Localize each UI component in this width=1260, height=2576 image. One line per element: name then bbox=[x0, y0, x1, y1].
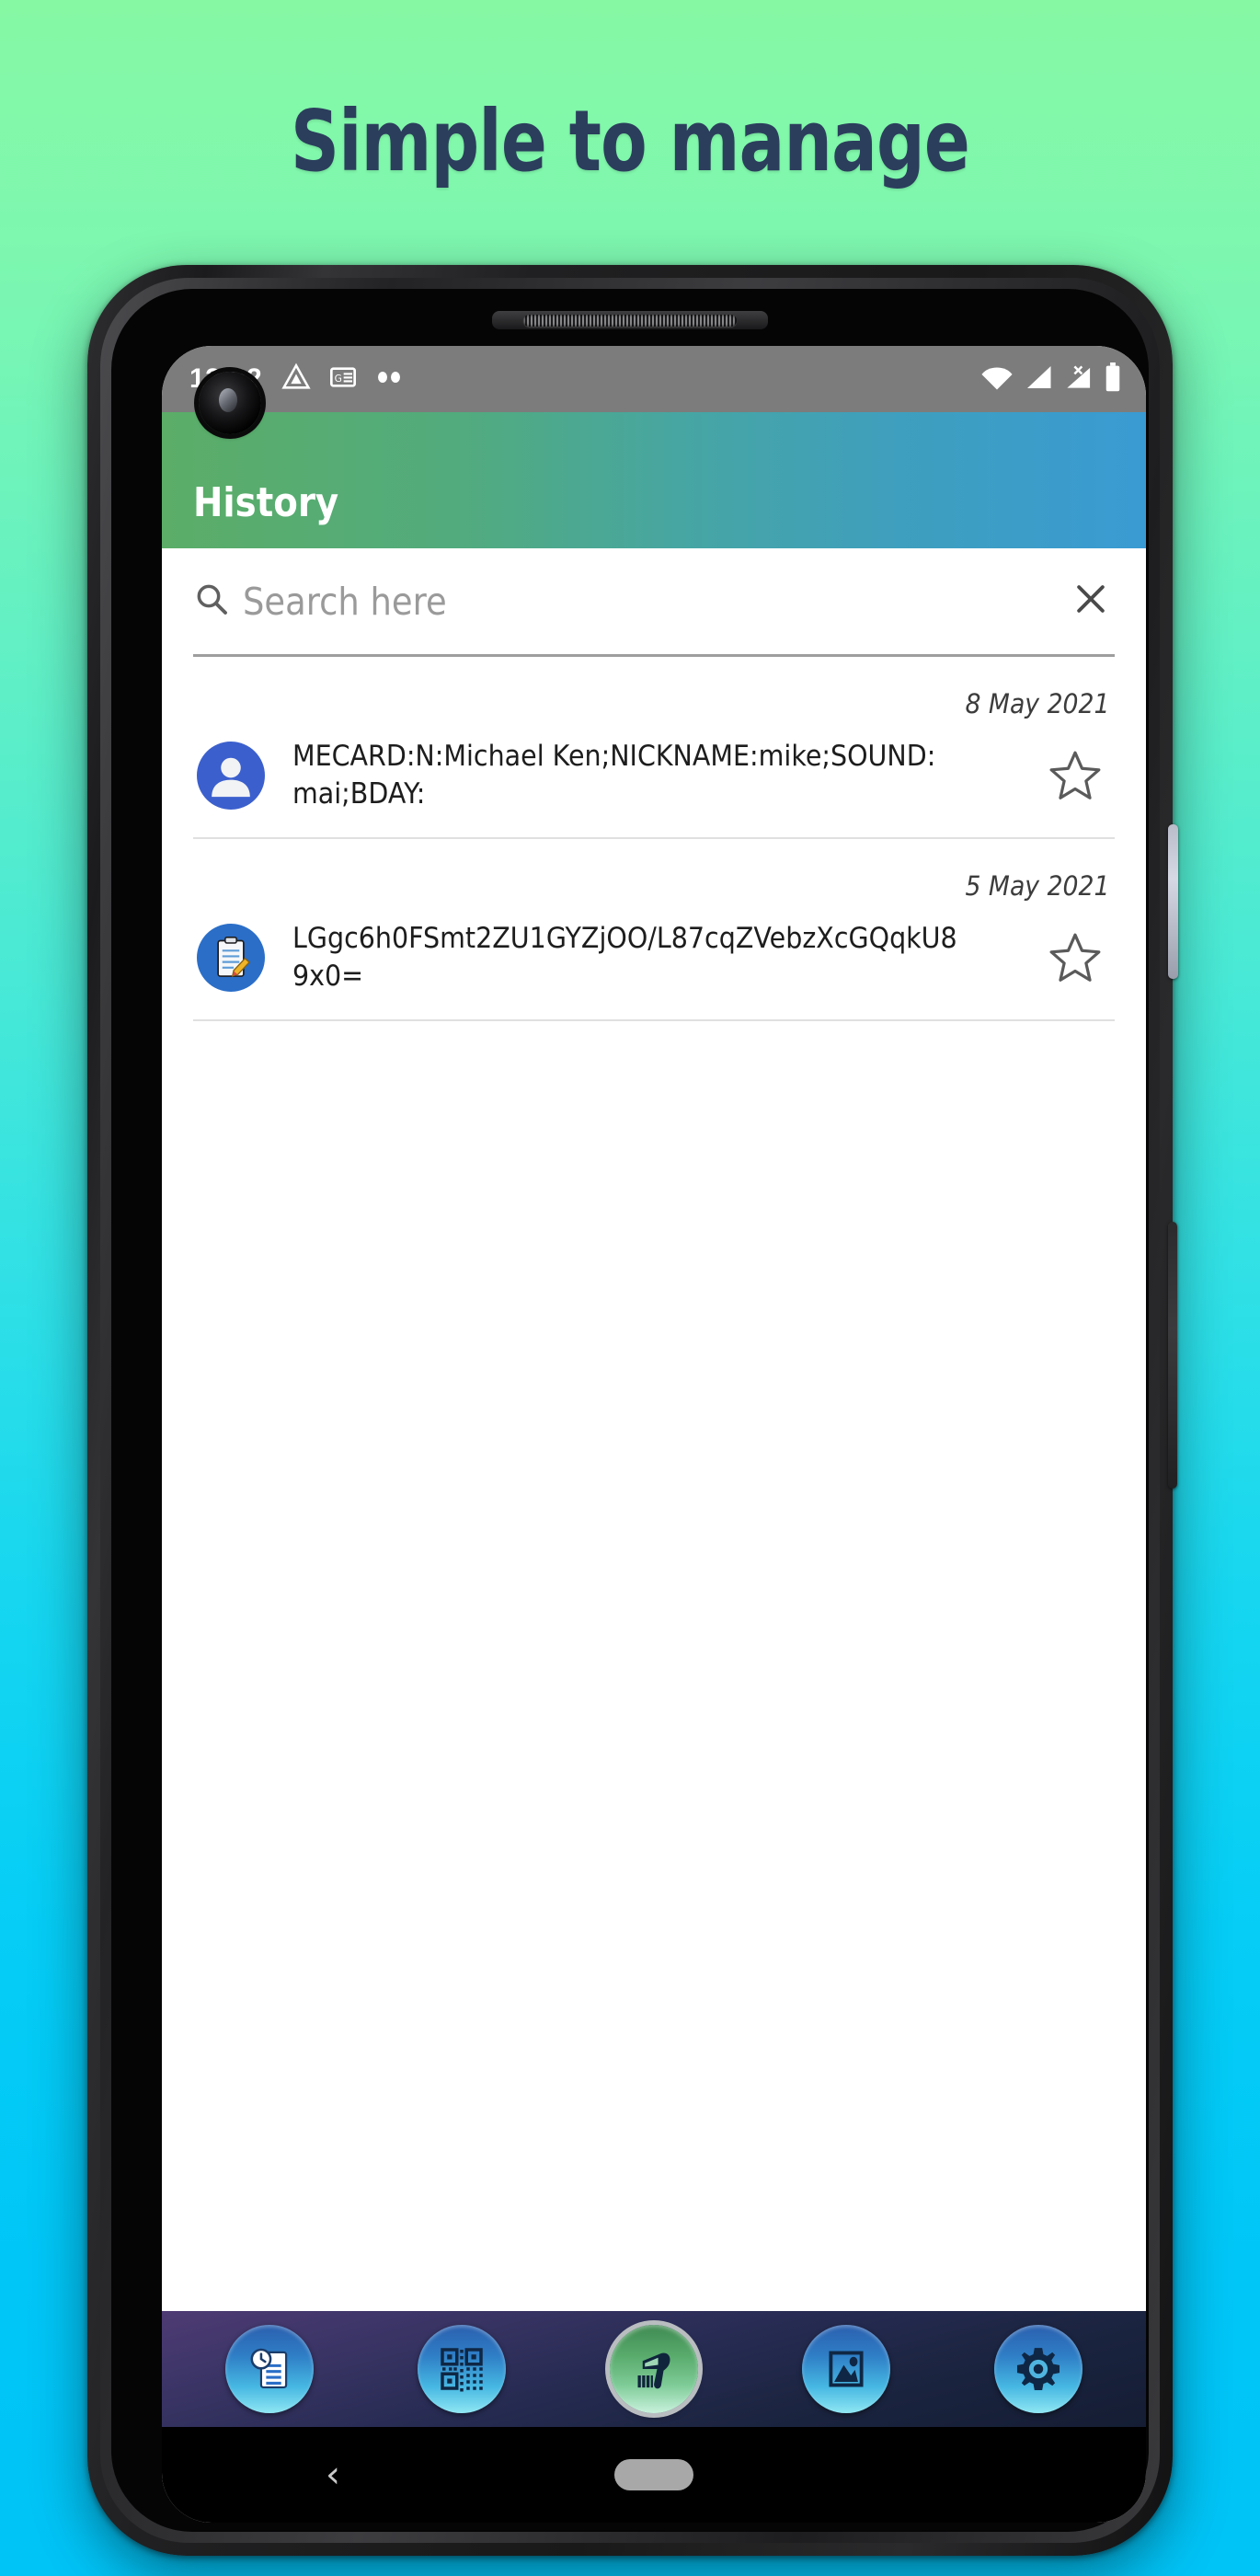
favorite-star-icon[interactable] bbox=[1047, 929, 1104, 986]
image-gallery-icon bbox=[802, 2325, 891, 2413]
news-card-icon: G bbox=[328, 362, 358, 397]
contact-person-icon bbox=[197, 741, 265, 810]
page-headline: Simple to manage bbox=[291, 92, 970, 190]
search-input[interactable]: Search here bbox=[243, 580, 988, 624]
nav-settings-button[interactable] bbox=[994, 2325, 1083, 2413]
phone-screen: 12:32 G bbox=[162, 346, 1146, 2523]
app-bar: History bbox=[162, 412, 1146, 548]
list-item-row[interactable]: MECARD:N:Michael Ken;NICKNAME:mike;SOUND… bbox=[193, 725, 1115, 839]
barcode-scanner-icon bbox=[609, 2325, 698, 2413]
bottom-navigation bbox=[162, 2311, 1146, 2427]
power-button[interactable] bbox=[1168, 824, 1178, 979]
status-bar-notification-icons: G bbox=[281, 362, 406, 397]
qr-code-icon bbox=[417, 2325, 506, 2413]
clear-search-icon[interactable] bbox=[1071, 579, 1115, 624]
gear-icon bbox=[994, 2325, 1083, 2413]
home-pill-button[interactable] bbox=[614, 2459, 693, 2490]
list-item-text: MECARD:N:Michael Ken;NICKNAME:mike;SOUND… bbox=[292, 740, 936, 811]
front-camera-icon bbox=[199, 372, 261, 434]
nav-gallery-button[interactable] bbox=[802, 2325, 891, 2413]
earpiece-speaker-icon bbox=[523, 315, 737, 327]
more-dots-icon bbox=[374, 370, 406, 389]
list-item-date: 8 May 2021 bbox=[965, 688, 1110, 719]
history-list-icon bbox=[224, 2325, 314, 2413]
nav-qr-button[interactable] bbox=[417, 2325, 506, 2413]
back-chevron-icon[interactable]: ‹ bbox=[326, 2456, 340, 2493]
signal-bars-icon bbox=[1025, 364, 1052, 395]
signal-no-sim-icon bbox=[1063, 364, 1093, 395]
search-bar[interactable]: Search here bbox=[193, 548, 1115, 657]
history-list: 8 May 2021 MECARD:N:Michael Ken;NICKNAME… bbox=[162, 657, 1146, 1021]
search-section: Search here bbox=[162, 548, 1146, 657]
list-item-text: LGgc6h0FSmt2ZU1GYZjOO/L87cqZVebzXcGQqkU8… bbox=[292, 921, 957, 993]
drive-triangle-icon bbox=[281, 362, 312, 397]
status-bar: 12:32 G bbox=[162, 346, 1146, 412]
search-icon bbox=[193, 581, 230, 622]
android-navigation-bar: ‹ bbox=[162, 2427, 1146, 2523]
list-item-date: 5 May 2021 bbox=[965, 869, 1110, 902]
phone-frame: 12:32 G bbox=[87, 265, 1178, 2556]
volume-rocker-button[interactable] bbox=[1168, 1222, 1177, 1489]
status-bar-system-icons bbox=[980, 362, 1122, 397]
battery-icon bbox=[1104, 362, 1122, 397]
nav-history-button[interactable] bbox=[224, 2325, 314, 2413]
list-item-row[interactable]: LGgc6h0FSmt2ZU1GYZjOO/L87cqZVebzXcGQqkU8… bbox=[193, 907, 1115, 1021]
wifi-icon bbox=[980, 363, 1014, 396]
nav-scan-button[interactable] bbox=[609, 2325, 698, 2413]
svg-text:G: G bbox=[335, 372, 342, 384]
history-list-empty-space bbox=[162, 1020, 1146, 2311]
favorite-star-icon[interactable] bbox=[1047, 747, 1104, 804]
page-title: History bbox=[193, 479, 339, 526]
list-item[interactable]: 5 May 2021 LGgc6h0FSmt2ZU1GYZjOO/L87cqZV… bbox=[193, 839, 1115, 1021]
clipboard-note-icon bbox=[197, 923, 265, 992]
phone-bezel: 12:32 G bbox=[111, 289, 1149, 2532]
list-item[interactable]: 8 May 2021 MECARD:N:Michael Ken;NICKNAME… bbox=[193, 657, 1115, 839]
